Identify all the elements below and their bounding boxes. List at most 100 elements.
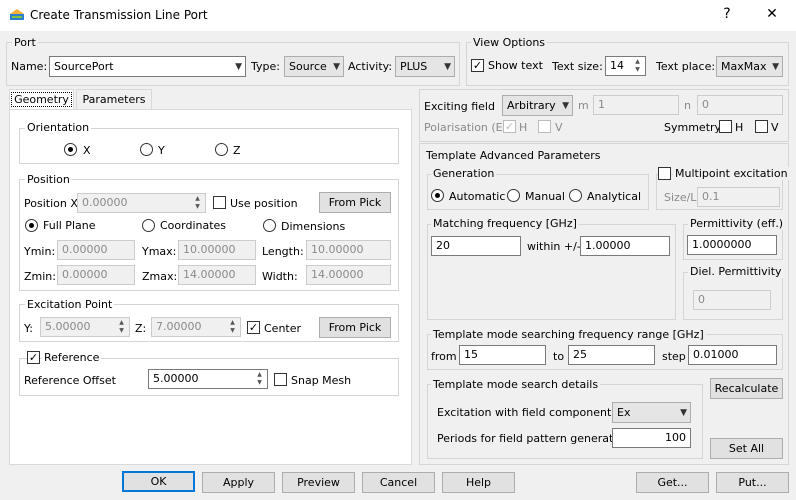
spin-arrows-icon[interactable]: ▲ ▼ xyxy=(191,195,204,211)
snap-mesh-checkbox[interactable] xyxy=(274,373,287,386)
zmin-input[interactable]: 0.00000 xyxy=(57,265,135,285)
polarisation-v-checkbox[interactable] xyxy=(538,120,551,133)
matching-frequency-label: Matching frequency [GHz] xyxy=(431,217,579,230)
width-input[interactable]: 14.00000 xyxy=(306,265,391,285)
position-label: Position xyxy=(25,173,72,186)
dimensions-radio[interactable] xyxy=(263,219,276,232)
orientation-label: Orientation xyxy=(25,121,92,134)
exciting-field-combo[interactable]: Arbitrary ▼ xyxy=(502,95,573,116)
full-plane-radio[interactable] xyxy=(25,219,38,232)
chevron-down-icon: ▼ xyxy=(562,101,569,111)
chevron-down-icon: ▼ xyxy=(235,62,242,72)
polarisation-h-checkbox[interactable]: ✓ xyxy=(503,120,516,133)
ok-button[interactable]: OK xyxy=(122,471,195,492)
center-checkbox[interactable]: ✓ xyxy=(247,321,260,334)
text-place-combo[interactable]: MaxMax ▼ xyxy=(716,56,783,77)
type-value: Source xyxy=(289,60,327,73)
tab-parameters[interactable]: Parameters xyxy=(76,89,152,110)
use-position-label: Use position xyxy=(230,197,298,210)
apply-button[interactable]: Apply xyxy=(202,472,275,493)
preview-button[interactable]: Preview xyxy=(282,472,355,493)
spin-arrows-icon[interactable]: ▲ ▼ xyxy=(253,371,266,387)
chevron-down-icon: ▼ xyxy=(444,62,451,72)
full-plane-label: Full Plane xyxy=(43,219,96,232)
orientation-z-radio[interactable] xyxy=(215,143,228,156)
matching-frequency-input[interactable]: 20 xyxy=(431,236,521,256)
title-bar: Create Transmission Line Port ? ✕ xyxy=(0,0,796,31)
permittivity-input[interactable]: 1.0000000 xyxy=(687,235,777,255)
dimensions-label: Dimensions xyxy=(281,220,346,233)
component-combo[interactable]: Ex ▼ xyxy=(612,402,691,423)
m-input[interactable]: 1 xyxy=(593,95,679,115)
length-input[interactable]: 10.00000 xyxy=(306,240,391,260)
within-label: within +/- xyxy=(527,240,581,253)
spin-arrows-icon[interactable]: ▲ ▼ xyxy=(226,319,239,335)
range-from-label: from xyxy=(431,350,457,363)
within-input[interactable]: 1.00000 xyxy=(580,236,670,256)
text-size-value: 14 xyxy=(610,59,624,72)
reference-label: Reference xyxy=(42,351,102,364)
excitation-z-input[interactable]: 7.00000 ▲ ▼ xyxy=(151,317,241,337)
analytical-radio[interactable] xyxy=(569,189,582,202)
tab-parameters-label: Parameters xyxy=(82,93,146,106)
help-button[interactable]: Help xyxy=(442,472,515,493)
sizel-input[interactable]: 0.1 xyxy=(697,187,780,207)
range-step-input[interactable]: 0.01000 xyxy=(688,345,777,365)
orientation-x-radio[interactable] xyxy=(64,143,77,156)
put-button[interactable]: Put... xyxy=(716,472,789,493)
close-icon[interactable]: ✕ xyxy=(762,6,782,22)
frequency-range-label: Template mode searching frequency range … xyxy=(431,328,706,341)
template-advanced-label: Template Advanced Parameters xyxy=(426,149,601,162)
n-input[interactable]: 0 xyxy=(697,95,783,115)
ymin-input[interactable]: 0.00000 xyxy=(57,240,135,260)
position-x-label: Position X xyxy=(24,197,78,210)
name-combo[interactable]: SourcePort ▼ xyxy=(49,56,246,77)
position-from-pick-button[interactable]: From Pick xyxy=(319,192,391,213)
symmetry-v-checkbox[interactable] xyxy=(755,120,768,133)
help-icon[interactable]: ? xyxy=(717,6,737,22)
reference-checkbox[interactable]: ✓ xyxy=(27,351,40,364)
coordinates-label: Coordinates xyxy=(160,219,227,232)
periods-input[interactable]: 100 xyxy=(612,428,691,448)
m-label: m xyxy=(578,99,589,112)
zmax-input[interactable]: 14.00000 xyxy=(178,265,256,285)
get-button[interactable]: Get... xyxy=(636,472,709,493)
exciting-field-label: Exciting field xyxy=(424,100,495,113)
excitation-y-value: 5.00000 xyxy=(45,320,91,333)
coordinates-radio[interactable] xyxy=(142,219,155,232)
position-x-input[interactable]: 0.00000 ▲ ▼ xyxy=(77,193,206,213)
polarisation-label: Polarisation (E) xyxy=(424,121,507,134)
diel-permittivity-label: Diel. Permittivity xyxy=(688,265,784,278)
automatic-radio[interactable] xyxy=(431,189,444,202)
recalculate-button[interactable]: Recalculate xyxy=(710,378,783,399)
show-text-checkbox[interactable]: ✓ xyxy=(471,59,484,72)
manual-radio[interactable] xyxy=(507,189,520,202)
use-position-checkbox[interactable] xyxy=(213,196,226,209)
ymax-input[interactable]: 10.00000 xyxy=(178,240,256,260)
spin-arrows-icon[interactable]: ▲ ▼ xyxy=(631,58,644,74)
n-label: n xyxy=(684,99,691,112)
multipoint-checkbox[interactable] xyxy=(658,167,671,180)
orientation-y-radio[interactable] xyxy=(140,143,153,156)
diel-permittivity-input[interactable]: 0 xyxy=(693,290,771,310)
spin-arrows-icon[interactable]: ▲ ▼ xyxy=(115,319,128,335)
cancel-button[interactable]: Cancel xyxy=(362,472,435,493)
reference-offset-input[interactable]: 5.00000 ▲ ▼ xyxy=(148,369,268,389)
zmin-label: Zmin: xyxy=(24,270,56,283)
text-size-spinbox[interactable]: 14 ▲ ▼ xyxy=(605,56,646,76)
excitation-y-label: Y: xyxy=(24,322,33,335)
range-from-input[interactable]: 15 xyxy=(459,345,546,365)
range-to-input[interactable]: 25 xyxy=(568,345,655,365)
excitation-from-pick-button[interactable]: From Pick xyxy=(319,317,391,338)
reference-offset-value: 5.00000 xyxy=(153,372,199,385)
width-label: Width: xyxy=(262,270,298,283)
activity-combo[interactable]: PLUS ▼ xyxy=(395,56,455,77)
symmetry-h-checkbox[interactable] xyxy=(719,120,732,133)
window-title: Create Transmission Line Port xyxy=(30,8,208,22)
orientation-z-label: Z xyxy=(233,144,241,157)
exciting-field-value: Arbitrary xyxy=(507,99,556,112)
excitation-y-input[interactable]: 5.00000 ▲ ▼ xyxy=(40,317,130,337)
set-all-button[interactable]: Set All xyxy=(710,438,783,459)
type-combo[interactable]: Source ▼ xyxy=(284,56,344,77)
tab-geometry[interactable]: Geometry xyxy=(9,89,74,110)
